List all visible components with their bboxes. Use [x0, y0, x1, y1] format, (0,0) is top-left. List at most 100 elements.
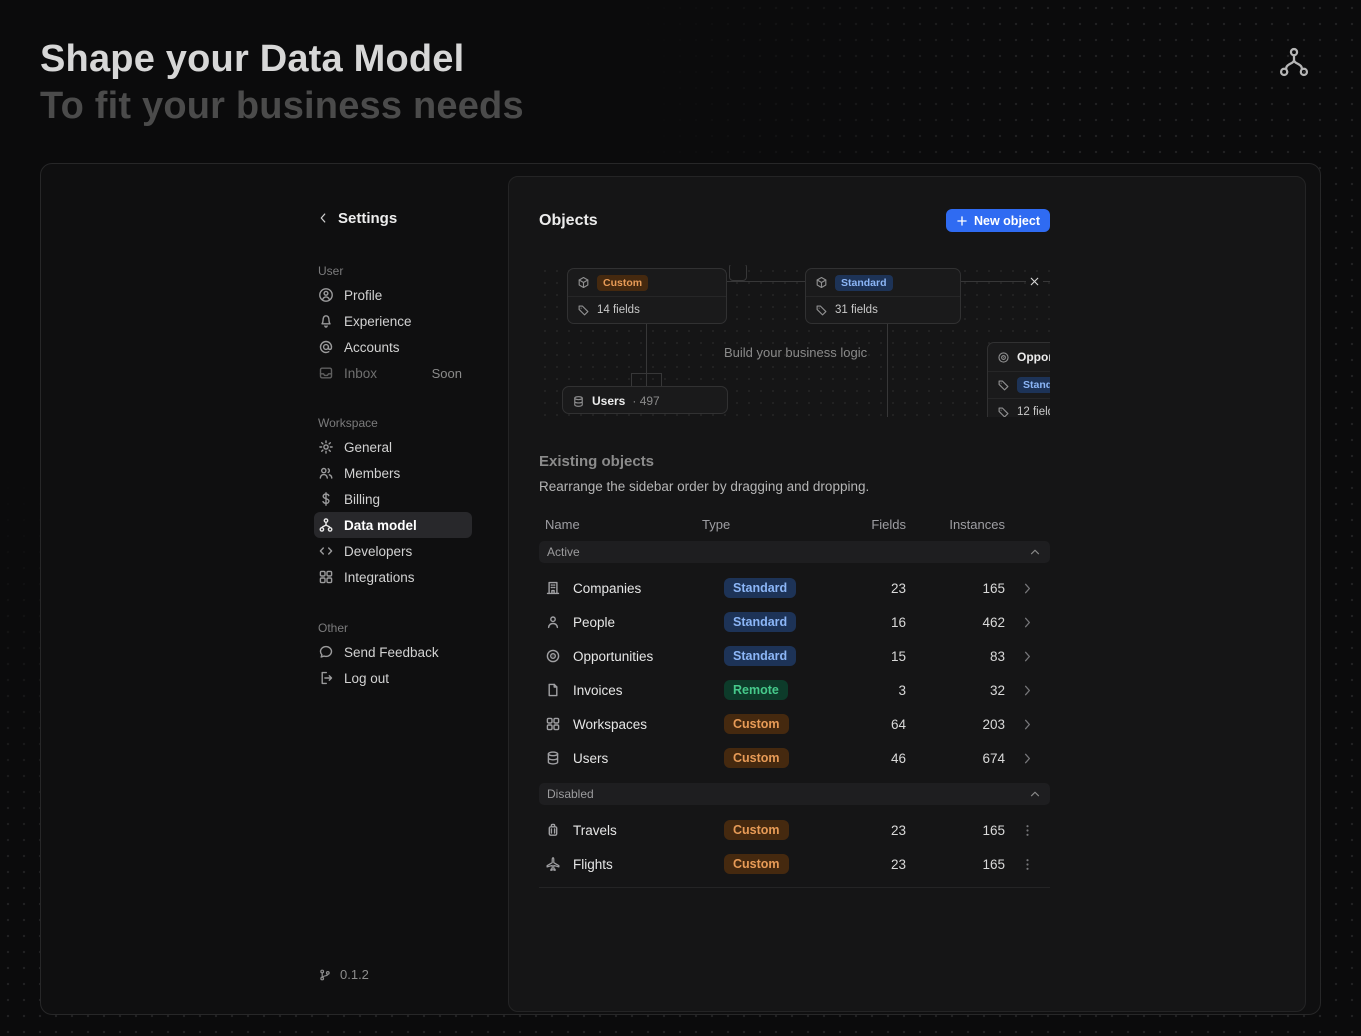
dots-vertical-icon[interactable] — [1020, 857, 1035, 872]
column-instances: Instances — [906, 517, 1005, 532]
sidebar-item-data-model[interactable]: Data model — [314, 512, 472, 538]
table-row-invoices[interactable]: Invoices Remote 3 32 — [539, 673, 1050, 707]
instances-count: 32 — [906, 683, 1005, 698]
chevron-up-icon[interactable] — [1028, 545, 1042, 559]
new-object-button[interactable]: New object — [946, 209, 1050, 232]
table-row-travels[interactable]: Travels Custom 23 165 — [539, 813, 1050, 847]
group-label: Active — [547, 545, 580, 559]
chevron-right-icon[interactable] — [1020, 615, 1035, 630]
table-header: Name Type Fields Instances — [539, 507, 1050, 541]
chevron-right-icon[interactable] — [1020, 751, 1035, 766]
canvas-node-standard[interactable]: Standard 31 fields — [805, 268, 961, 324]
type-badge: Standard — [724, 612, 796, 632]
type-badge: Standard — [1017, 377, 1050, 393]
fields-count: 23 — [822, 581, 906, 596]
sidebar-item-integrations[interactable]: Integrations — [314, 564, 472, 590]
grid-icon — [318, 569, 334, 585]
target-icon — [545, 648, 561, 664]
objects-title: Objects — [539, 212, 598, 230]
invoice-icon — [545, 682, 561, 698]
cube-icon — [577, 276, 590, 289]
table-row-users[interactable]: Users Custom 46 674 — [539, 741, 1050, 775]
connection-line — [646, 323, 647, 386]
dollar-icon — [318, 491, 334, 507]
canvas-node-custom[interactable]: Custom 14 fields — [567, 268, 727, 324]
app-version: 0.1.2 — [318, 967, 369, 982]
plane-icon — [545, 856, 561, 872]
table-row-workspaces[interactable]: Workspaces Custom 64 203 — [539, 707, 1050, 741]
sidebar-item-send-feedback[interactable]: Send Feedback — [314, 639, 472, 665]
connector-handle[interactable] — [729, 265, 747, 281]
canvas-node-opportunities[interactable]: Opportunities Standard 12 fields — [987, 342, 1050, 417]
object-name: Opportunities — [573, 649, 653, 664]
chat-icon — [318, 644, 334, 660]
group-header-active[interactable]: Active — [539, 541, 1050, 563]
version-branch-icon — [318, 968, 332, 982]
chevron-right-icon[interactable] — [1020, 683, 1035, 698]
sidebar-section-other: Other — [314, 621, 472, 635]
at-sign-icon — [318, 339, 334, 355]
sidebar-item-experience[interactable]: Experience — [314, 308, 472, 334]
sidebar-item-billing[interactable]: Billing — [314, 486, 472, 512]
group-header-disabled[interactable]: Disabled — [539, 783, 1050, 805]
sidebar-item-accounts[interactable]: Accounts — [314, 334, 472, 360]
table-row-people[interactable]: People Standard 16 462 — [539, 605, 1050, 639]
type-badge: Remote — [724, 680, 788, 700]
type-badge: Custom — [597, 275, 648, 291]
fields-count: 14 fields — [597, 304, 640, 316]
table-row-flights[interactable]: Flights Custom 23 165 — [539, 847, 1050, 881]
members-icon — [318, 465, 334, 481]
soon-badge: Soon — [432, 366, 462, 381]
settings-back-button[interactable]: Settings — [314, 208, 472, 228]
object-canvas[interactable]: Build your business logic Custom 14 fiel… — [539, 265, 1050, 417]
dots-vertical-icon[interactable] — [1020, 823, 1035, 838]
fields-count: 3 — [822, 683, 906, 698]
object-name: Users — [573, 751, 608, 766]
chevron-right-icon[interactable] — [1020, 649, 1035, 664]
object-name: Travels — [573, 823, 617, 838]
close-icon — [1028, 275, 1041, 288]
type-badge: Standard — [835, 275, 893, 291]
remove-connection-button[interactable] — [1026, 273, 1043, 290]
sidebar-item-members[interactable]: Members — [314, 460, 472, 486]
node-label: Opportunities — [1017, 350, 1050, 364]
tag-icon — [577, 304, 590, 317]
page: Shape your Data Model To fit your busine… — [0, 0, 1361, 1036]
chevron-right-icon[interactable] — [1020, 581, 1035, 596]
tag-icon — [997, 406, 1010, 418]
connection-line — [661, 373, 662, 386]
type-badge: Standard — [724, 646, 796, 666]
canvas-node-users[interactable]: Users · 497 — [562, 386, 728, 414]
sidebar-item-label: Send Feedback — [344, 645, 439, 660]
sidebar-item-label: Developers — [344, 544, 412, 559]
sidebar-section-workspace: Workspace — [314, 416, 472, 430]
column-fields: Fields — [822, 517, 906, 532]
database-icon — [545, 750, 561, 766]
page-title: Shape your Data Model — [40, 38, 464, 81]
settings-panel: Settings User Profile Experience Account… — [40, 163, 1321, 1015]
table-row-opportunities[interactable]: Opportunities Standard 15 83 — [539, 639, 1050, 673]
new-object-label: New object — [974, 214, 1040, 228]
connection-line — [887, 323, 888, 417]
settings-sidebar: Settings User Profile Experience Account… — [314, 164, 472, 1014]
sidebar-item-developers[interactable]: Developers — [314, 538, 472, 564]
instances-count: 165 — [906, 857, 1005, 872]
table-row-companies[interactable]: Companies Standard 23 165 — [539, 571, 1050, 605]
inbox-icon — [318, 365, 334, 381]
person-icon — [545, 614, 561, 630]
sidebar-item-profile[interactable]: Profile — [314, 282, 472, 308]
connection-line — [631, 373, 632, 386]
existing-objects-description: Rearrange the sidebar order by dragging … — [539, 479, 869, 494]
object-name: Companies — [573, 581, 641, 596]
instances-count: 203 — [906, 717, 1005, 732]
sidebar-item-label: Log out — [344, 671, 389, 686]
sidebar-item-log-out[interactable]: Log out — [314, 665, 472, 691]
sidebar-item-general[interactable]: General — [314, 434, 472, 460]
cube-icon — [815, 276, 828, 289]
grid-icon — [545, 716, 561, 732]
chevron-up-icon[interactable] — [1028, 787, 1042, 801]
tag-icon — [815, 304, 828, 317]
database-icon — [572, 395, 585, 408]
chevron-right-icon[interactable] — [1020, 717, 1035, 732]
object-name: Invoices — [573, 683, 623, 698]
